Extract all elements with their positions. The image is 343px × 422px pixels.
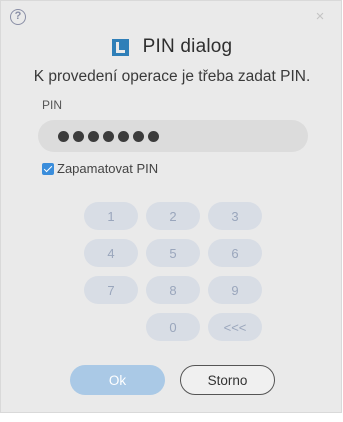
pin-dialog: ? × PIN dialog K provedení operace je tř… <box>0 0 342 413</box>
pin-dot <box>73 130 84 142</box>
instruction-text: K provedení operace je třeba zadat PIN. <box>33 68 311 85</box>
pin-dot <box>118 130 129 142</box>
close-icon[interactable]: × <box>313 9 327 24</box>
key-2[interactable]: 2 <box>146 202 200 230</box>
key-1[interactable]: 1 <box>84 202 138 230</box>
pin-masked-value <box>58 130 159 142</box>
remember-pin-checkbox[interactable]: Zapamatovat PIN <box>42 161 158 176</box>
app-logo-icon <box>111 38 129 56</box>
key-7[interactable]: 7 <box>84 276 138 304</box>
pin-dot <box>133 130 144 142</box>
pin-dot <box>148 130 159 142</box>
title-row: PIN dialog <box>1 34 343 60</box>
dialog-title: PIN dialog <box>142 36 233 57</box>
pin-dot <box>103 130 114 142</box>
pin-dot <box>88 130 99 142</box>
key-3[interactable]: 3 <box>208 202 262 230</box>
key-6[interactable]: 6 <box>208 239 262 267</box>
ok-button[interactable]: Ok <box>70 365 165 395</box>
backspace-key[interactable]: <<< <box>208 313 262 341</box>
key-5[interactable]: 5 <box>146 239 200 267</box>
cancel-button[interactable]: Storno <box>180 365 275 395</box>
pin-input[interactable] <box>38 120 308 152</box>
help-icon[interactable]: ? <box>10 9 26 25</box>
key-8[interactable]: 8 <box>146 276 200 304</box>
key-4[interactable]: 4 <box>84 239 138 267</box>
key-0[interactable]: 0 <box>146 313 200 341</box>
pin-dot <box>58 130 69 142</box>
checkbox-checked-icon[interactable] <box>42 162 54 175</box>
key-9[interactable]: 9 <box>208 276 262 304</box>
pin-label: PIN <box>42 98 63 112</box>
remember-pin-label: Zapamatovat PIN <box>57 161 159 176</box>
